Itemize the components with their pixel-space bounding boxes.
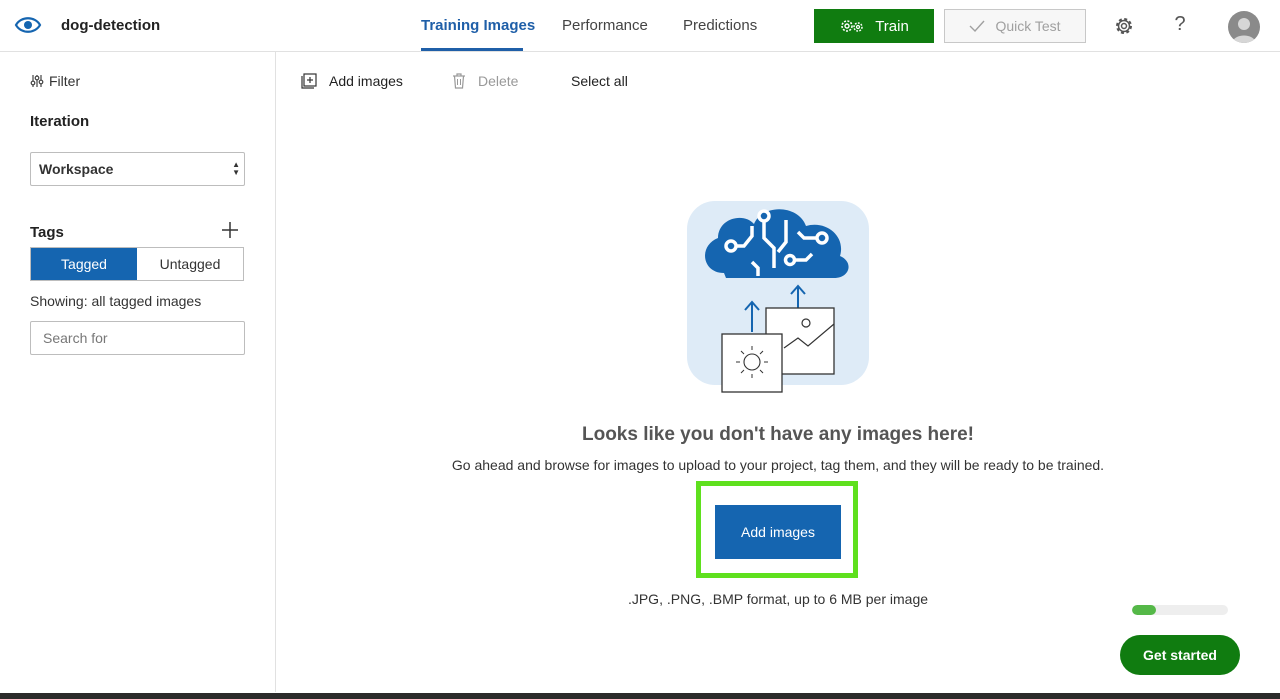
trash-icon — [453, 73, 465, 89]
checkmark-icon — [969, 20, 985, 32]
sidebar: Filter Iteration Workspace ▲ ▼ Tags Tagge… — [0, 52, 276, 692]
onboarding-progress-fill — [1132, 605, 1156, 615]
tab-performance[interactable]: Performance — [562, 17, 648, 34]
filter-sliders-icon — [30, 75, 44, 87]
onboarding-progress-bar — [1132, 605, 1228, 615]
tags-heading: Tags — [30, 224, 64, 241]
toolbar-select-all-button[interactable]: Select all — [571, 73, 628, 89]
user-avatar[interactable] — [1228, 11, 1260, 43]
add-images-button[interactable]: Add images — [715, 505, 841, 559]
toolbar-add-images-button[interactable]: Add images — [301, 73, 403, 89]
supported-formats-note: .JPG, .PNG, .BMP format, up to 6 MB per … — [627, 591, 929, 607]
top-header: dog-detection Training Images Performanc… — [0, 0, 1280, 52]
empty-state-title: Looks like you don't have any images her… — [581, 424, 975, 445]
tab-predictions[interactable]: Predictions — [683, 17, 757, 34]
active-tab-indicator — [421, 48, 523, 51]
gears-icon — [841, 20, 863, 32]
toolbar-add-images-label: Add images — [329, 73, 403, 89]
train-button[interactable]: Train — [814, 9, 934, 43]
tagged-toggle: Tagged Untagged — [30, 247, 244, 281]
tagged-option[interactable]: Tagged — [31, 248, 137, 280]
iteration-value: Workspace — [39, 161, 114, 177]
add-image-icon — [301, 73, 317, 89]
window-bottom-edge — [0, 693, 1280, 699]
tag-search-input[interactable] — [30, 321, 245, 355]
iteration-heading: Iteration — [30, 113, 90, 130]
help-icon[interactable]: ? — [1170, 13, 1190, 36]
train-label: Train — [875, 17, 909, 35]
add-tag-plus-icon[interactable] — [220, 220, 240, 240]
filter-button[interactable]: Filter — [30, 73, 80, 89]
toolbar-delete-label: Delete — [478, 73, 519, 89]
person-icon — [1232, 18, 1256, 43]
filter-label: Filter — [49, 73, 81, 89]
cloud-upload-illustration — [687, 201, 869, 393]
quick-test-button[interactable]: Quick Test — [944, 9, 1086, 43]
get-started-button[interactable]: Get started — [1120, 635, 1240, 675]
tab-training-images[interactable]: Training Images — [421, 17, 535, 34]
empty-state-description: Go ahead and browse for images to upload… — [451, 457, 1105, 473]
untagged-option[interactable]: Untagged — [137, 248, 243, 280]
quick-test-label: Quick Test — [995, 18, 1061, 34]
project-name[interactable]: dog-detection — [61, 17, 160, 34]
eye-logo-icon[interactable] — [14, 13, 42, 37]
iteration-select[interactable]: Workspace ▲ ▼ — [30, 152, 245, 186]
settings-gear-icon[interactable] — [1112, 14, 1136, 38]
showing-status-text: Showing: all tagged images — [30, 293, 202, 309]
select-arrows-icon: ▲ ▼ — [232, 160, 240, 177]
toolbar-delete-button[interactable]: Delete — [452, 73, 518, 89]
